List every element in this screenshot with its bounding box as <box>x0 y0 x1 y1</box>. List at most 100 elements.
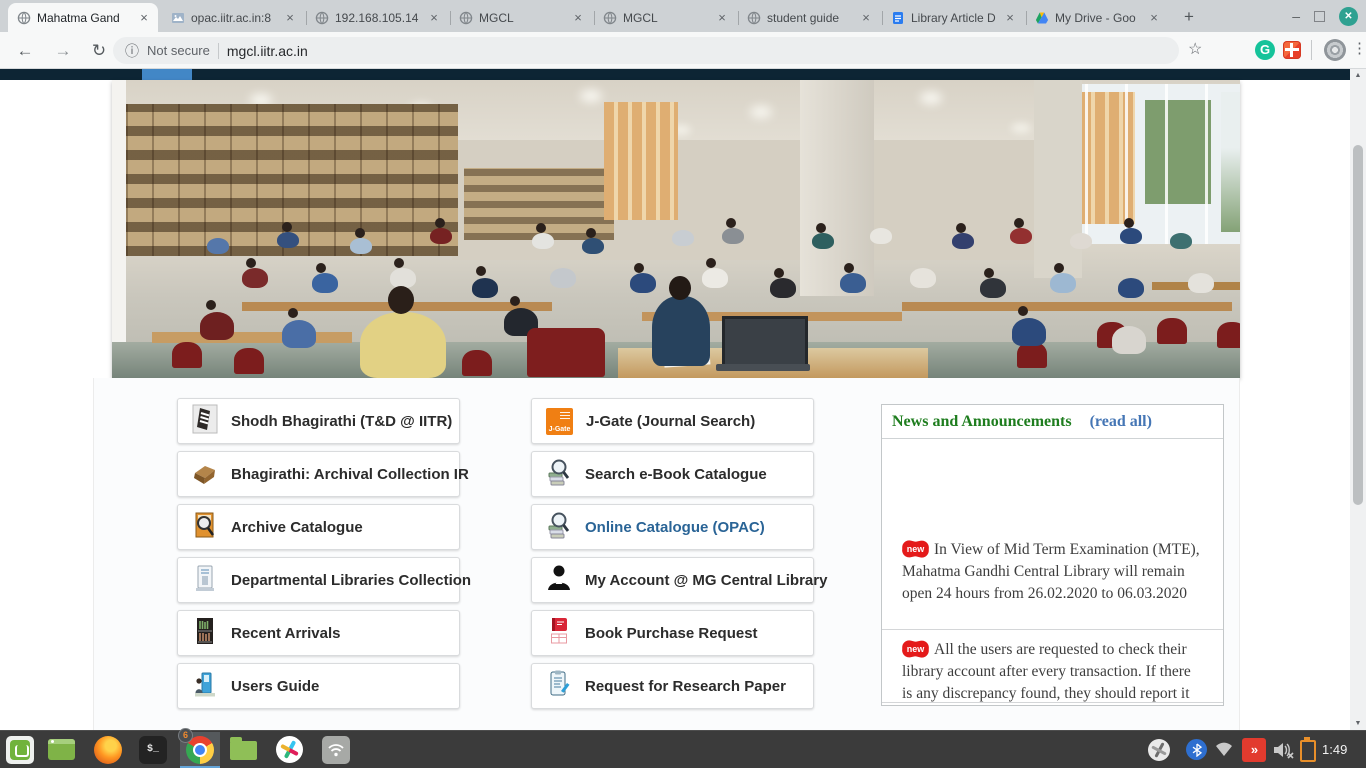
tab-mgcl-2[interactable]: MGCL × <box>594 3 736 32</box>
link-label: My Account @ MG Central Library <box>585 572 827 589</box>
browser-menu-icon[interactable]: ⋮ <box>1352 39 1366 57</box>
page-scrollbar[interactable]: ▲ ▼ <box>1350 69 1366 730</box>
bluetooth-icon[interactable] <box>1186 739 1207 760</box>
minimize-button[interactable]: – <box>1292 11 1300 21</box>
scroll-up-icon[interactable]: ▲ <box>1350 72 1366 79</box>
news-item[interactable]: newAll the users are requested to check … <box>882 630 1223 703</box>
toolbar-separator <box>1311 40 1312 60</box>
link-label: J-Gate (Journal Search) <box>586 413 755 430</box>
taskbar: $_ 6 » 1:49 PM <box>0 730 1366 768</box>
library-photo <box>112 80 1240 378</box>
firefox-icon[interactable] <box>94 736 122 764</box>
tab-title: 192.168.105.14 <box>335 11 420 25</box>
news-item[interactable]: newIn View of Mid Term Examination (MTE)… <box>882 439 1223 630</box>
photo-heads <box>112 80 122 90</box>
anydesk-icon[interactable]: » <box>1242 738 1266 762</box>
globe-icon <box>315 11 329 25</box>
back-icon[interactable]: ← <box>12 38 38 64</box>
close-tab-icon[interactable]: × <box>1146 10 1162 25</box>
slack-tray-icon[interactable] <box>1148 739 1170 761</box>
close-tab-icon[interactable]: × <box>714 10 730 25</box>
link-online-catalogue-opac[interactable]: Online Catalogue (OPAC) <box>531 504 814 550</box>
tab-mahatma-gandhi[interactable]: Mahatma Gand × <box>8 3 158 32</box>
tab-ip-address[interactable]: 192.168.105.14 × <box>306 3 448 32</box>
photo-far-shelf <box>464 168 614 240</box>
terminal-icon[interactable]: $_ <box>139 736 167 764</box>
close-tab-icon[interactable]: × <box>282 10 298 25</box>
news-panel: News and Announcements (read all) newIn … <box>881 404 1224 706</box>
tab-opac[interactable]: opac.iitr.ac.in:8 × <box>162 3 304 32</box>
news-title: News and Announcements <box>892 413 1072 430</box>
mint-menu-icon[interactable] <box>6 736 34 764</box>
scroll-down-icon[interactable]: ▼ <box>1350 720 1366 727</box>
link-label: Search e-Book Catalogue <box>585 466 767 483</box>
photo-bookshelves <box>126 104 458 256</box>
forward-icon[interactable]: → <box>50 38 76 64</box>
link-ebook-catalogue[interactable]: Search e-Book Catalogue <box>531 451 814 497</box>
window-controls: – ✕ <box>1292 0 1358 32</box>
browser-tab-strip: Mahatma Gand × opac.iitr.ac.in:8 × 192.1… <box>0 0 1366 32</box>
battery-icon[interactable] <box>1300 740 1316 762</box>
close-tab-icon[interactable]: × <box>570 10 586 25</box>
photo-person-center <box>652 296 710 366</box>
profile-avatar[interactable] <box>1324 39 1346 61</box>
grammarly-extension-icon[interactable]: G <box>1255 40 1275 60</box>
link-users-guide[interactable]: Users Guide <box>177 663 460 709</box>
photo-blinds-center <box>604 102 678 220</box>
link-research-paper-request[interactable]: Request for Research Paper <box>531 663 814 709</box>
link-departmental-libraries[interactable]: Departmental Libraries Collection <box>177 557 460 603</box>
link-book-purchase[interactable]: Book Purchase Request <box>531 610 814 656</box>
link-label: Shodh Bhagirathi (T&D @ IITR) <box>231 413 452 430</box>
page-content: Shodh Bhagirathi (T&D @ IITR) Bhagirathi… <box>93 378 1240 730</box>
show-desktop-icon[interactable] <box>48 739 75 760</box>
person-icon <box>546 563 572 598</box>
url-text[interactable]: mgcl.iitr.ac.in <box>227 43 308 59</box>
link-shodh-bhagirathi[interactable]: Shodh Bhagirathi (T&D @ IITR) <box>177 398 460 444</box>
orange-extension-icon[interactable] <box>1283 41 1301 59</box>
volume-muted-icon[interactable] <box>1272 740 1296 765</box>
restore-button[interactable] <box>1314 11 1325 22</box>
link-label: Online Catalogue (OPAC) <box>585 519 765 536</box>
network-app-icon[interactable] <box>322 736 350 764</box>
site-nav-active-item[interactable] <box>142 69 192 80</box>
kiosk-icon <box>192 563 218 598</box>
tab-title: My Drive - Goo <box>1055 11 1140 25</box>
network-tray-icon[interactable] <box>1214 742 1234 762</box>
tab-my-drive[interactable]: My Drive - Goo × <box>1026 3 1168 32</box>
shodh-bhagirathi-icon <box>192 404 218 439</box>
link-label: Bhagirathi: Archival Collection IR <box>231 466 469 483</box>
taskbar-clock[interactable]: 1:49 PM <box>1322 731 1366 768</box>
window-close-button[interactable]: ✕ <box>1339 7 1358 26</box>
close-tab-icon[interactable]: × <box>426 10 442 25</box>
new-tab-button[interactable]: + <box>1176 5 1202 31</box>
chrome-taskbar-cell[interactable]: 6 <box>180 732 220 768</box>
close-tab-icon[interactable]: × <box>858 10 874 25</box>
photo-pillar <box>1034 80 1082 278</box>
file-manager-icon[interactable] <box>230 741 257 760</box>
link-recent-arrivals[interactable]: Recent Arrivals <box>177 610 460 656</box>
slack-icon[interactable] <box>276 736 303 763</box>
scrollbar-thumb[interactable] <box>1353 145 1363 505</box>
screen: Mahatma Gand × opac.iitr.ac.in:8 × 192.1… <box>0 0 1366 768</box>
tab-title: student guide <box>767 11 852 25</box>
link-archive-catalogue[interactable]: Archive Catalogue <box>177 504 460 550</box>
read-all-link[interactable]: (read all) <box>1090 413 1152 430</box>
new-badge: new <box>902 542 929 556</box>
close-tab-icon[interactable]: × <box>1002 10 1018 25</box>
link-bhagirathi-archival[interactable]: Bhagirathi: Archival Collection IR <box>177 451 460 497</box>
bookmark-star-icon[interactable]: ☆ <box>1188 39 1202 59</box>
info-icon[interactable]: ⓘ <box>125 41 139 61</box>
close-tab-icon[interactable]: × <box>136 10 152 25</box>
book-search-icon <box>546 510 572 545</box>
link-jgate[interactable]: J-Gate J-Gate (Journal Search) <box>531 398 814 444</box>
address-bar[interactable]: ⓘ Not secure mgcl.iitr.ac.in <box>113 37 1179 64</box>
reload-icon[interactable]: ↻ <box>86 38 112 64</box>
tab-library-article[interactable]: Library Article D × <box>882 3 1024 32</box>
news-text: newAll the users are requested to check … <box>902 639 1201 706</box>
tab-student-guide[interactable]: student guide × <box>738 3 880 32</box>
photo-table <box>1152 282 1240 290</box>
photo-pillar <box>800 80 874 296</box>
tab-mgcl-1[interactable]: MGCL × <box>450 3 592 32</box>
tab-title: Library Article D <box>911 11 996 25</box>
link-my-account[interactable]: My Account @ MG Central Library <box>531 557 814 603</box>
